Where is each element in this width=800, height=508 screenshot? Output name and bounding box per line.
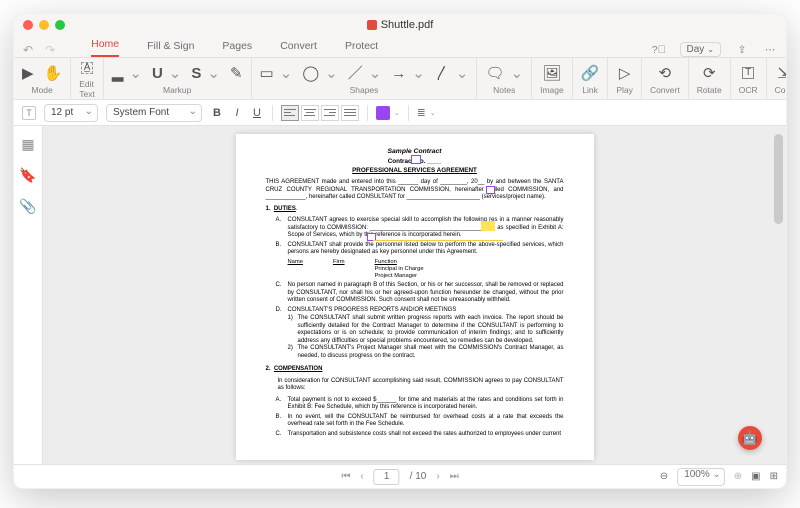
font-size-select[interactable]: 12 pt (44, 104, 98, 122)
rotate-label: Rotate (697, 85, 722, 95)
convert-icon[interactable]: ⟲ (659, 66, 672, 81)
ocr-icon[interactable]: T (742, 67, 754, 79)
main-toolbar: ▶✋Mode A̲Edit Text ▂⌄ U⌄ S⌄ ✎ Markup ▭⌄ … (14, 58, 786, 100)
bookmarks-icon[interactable]: 🔖 (19, 167, 36, 184)
align-left[interactable] (281, 105, 299, 121)
edit-text-icon[interactable]: A̲ (81, 62, 94, 74)
play-label: Play (616, 85, 633, 95)
duty-d-head: CONSULTANT'S PROGRESS REPORTS AND/OR MEE… (288, 307, 457, 313)
more-button[interactable]: ⋯ (763, 43, 777, 57)
scroll-thumb[interactable] (774, 134, 783, 224)
doc-title: PROFESSIONAL SERVICES AGREEMENT (266, 167, 564, 175)
rect-shape-icon[interactable]: ▭ (260, 66, 274, 81)
format-bar: T 12 pt System Font B I U ⌄ ≣⌄ (14, 100, 786, 126)
tab-convert[interactable]: Convert (280, 40, 317, 57)
line-shape-icon[interactable]: ／ (348, 66, 363, 81)
redo-button[interactable]: ↷ (45, 43, 55, 57)
play-icon[interactable]: ▷ (619, 66, 631, 81)
tab-protect[interactable]: Protect (345, 40, 378, 57)
fit-page[interactable]: ▣ (751, 471, 760, 482)
prev-page[interactable]: ‹ (360, 471, 363, 482)
pager: ⏮ ‹ 1 / 10 › ⏭ (341, 469, 458, 485)
annotation-box-2[interactable] (486, 186, 495, 194)
zoom-in[interactable]: ⊕ (734, 471, 742, 482)
status-bar: ⏮ ‹ 1 / 10 › ⏭ ⊖ 100% ⊕ ▣ ⊞ (14, 464, 786, 488)
vertical-scrollbar[interactable] (774, 134, 783, 456)
align-justify[interactable] (341, 105, 359, 121)
tab-home[interactable]: Home (91, 38, 119, 57)
doc-intro: THIS AGREEMENT made and entered into thi… (266, 179, 564, 202)
font-name-select[interactable]: System Font (106, 104, 202, 122)
underline-icon[interactable]: U (152, 66, 163, 81)
duty-b: CONSULTANT shall provide the personnel l… (288, 242, 564, 256)
link-icon[interactable]: 🔗 (581, 66, 600, 81)
link-label: Link (582, 85, 598, 95)
text-tool[interactable]: T (22, 106, 36, 120)
underline-button[interactable]: U (250, 107, 264, 119)
app-window: Shuttle.pdf ↶ ↷ Home Fill & Sign Pages C… (13, 13, 787, 489)
note-icon[interactable]: 🗨 (485, 66, 504, 81)
cursor-icon[interactable]: ▶ (22, 66, 34, 81)
annotation-underline[interactable] (373, 240, 503, 241)
line-spacing[interactable]: ≣ (417, 107, 426, 119)
shapes-label: Shapes (350, 85, 379, 95)
pen-icon[interactable]: ✎ (230, 66, 243, 81)
arrow-shape-icon[interactable]: → (391, 66, 406, 81)
italic-button[interactable]: I (230, 107, 244, 119)
zoom-select[interactable]: 100% (677, 468, 725, 486)
strike-icon[interactable]: S (191, 66, 201, 81)
annotation-box-1[interactable] (411, 155, 421, 164)
annotation-highlight[interactable] (481, 221, 495, 231)
image-label: Image (540, 85, 564, 95)
convert-label: Convert (650, 85, 680, 95)
pdf-page: Sample Contract Contract No. ____ PROFES… (236, 134, 594, 460)
compress-icon[interactable]: ⇲ (777, 66, 787, 81)
align-center[interactable] (301, 105, 319, 121)
left-sidebar: ▦ 🔖 📎 (14, 126, 43, 464)
mode-label: Mode (31, 85, 52, 95)
bold-button[interactable]: B (210, 107, 224, 119)
rotate-icon[interactable]: ⟳ (703, 66, 716, 81)
polyline-shape-icon[interactable]: 〳 (435, 66, 450, 81)
color-dropdown[interactable]: ⌄ (394, 109, 400, 117)
pdf-icon (367, 20, 377, 30)
sec-compensation: COMPENSATION (274, 366, 323, 372)
window-title: Shuttle.pdf (14, 19, 786, 31)
daynight-toggle[interactable]: Day⌄ (680, 42, 722, 57)
help-button[interactable]: ?⃝ (652, 44, 666, 56)
undo-button[interactable]: ↶ (23, 43, 33, 57)
page-canvas[interactable]: Sample Contract Contract No. ____ PROFES… (43, 126, 786, 464)
ribbon-tabs: ↶ ↷ Home Fill & Sign Pages Convert Prote… (14, 36, 786, 58)
edit-label: Edit Text (79, 79, 95, 99)
notes-label: Notes (493, 85, 515, 95)
next-page[interactable]: › (436, 471, 439, 482)
assistant-fab[interactable]: 🤖 (738, 426, 762, 450)
image-icon[interactable]: 🖼 (542, 66, 561, 81)
text-color-swatch[interactable] (376, 106, 390, 120)
tab-fill-sign[interactable]: Fill & Sign (147, 40, 194, 57)
share-button[interactable]: ⇪ (735, 43, 749, 57)
zoom-out[interactable]: ⊖ (660, 471, 668, 482)
ocr-label: OCR (739, 85, 758, 95)
markup-label: Markup (163, 85, 191, 95)
tab-pages[interactable]: Pages (222, 40, 252, 57)
first-page[interactable]: ⏮ (341, 471, 350, 482)
duty-a: CONSULTANT agrees to exercise special sk… (288, 217, 564, 238)
hand-icon[interactable]: ✋ (44, 66, 63, 81)
view-mode[interactable]: ⊞ (770, 471, 778, 482)
highlight-icon[interactable]: ▂ (112, 66, 124, 81)
last-page[interactable]: ⏭ (450, 471, 459, 482)
titlebar: Shuttle.pdf (14, 14, 786, 36)
sec-duties: DUTIES (274, 206, 296, 212)
compress-label: Com (775, 85, 787, 95)
circle-shape-icon[interactable]: ◯ (302, 66, 319, 81)
thumbnails-icon[interactable]: ▦ (21, 136, 34, 153)
align-right[interactable] (321, 105, 339, 121)
duty-c: No person named in paragraph B of this S… (288, 282, 564, 303)
attachments-icon[interactable]: 📎 (19, 198, 36, 215)
page-input[interactable]: 1 (374, 469, 400, 485)
